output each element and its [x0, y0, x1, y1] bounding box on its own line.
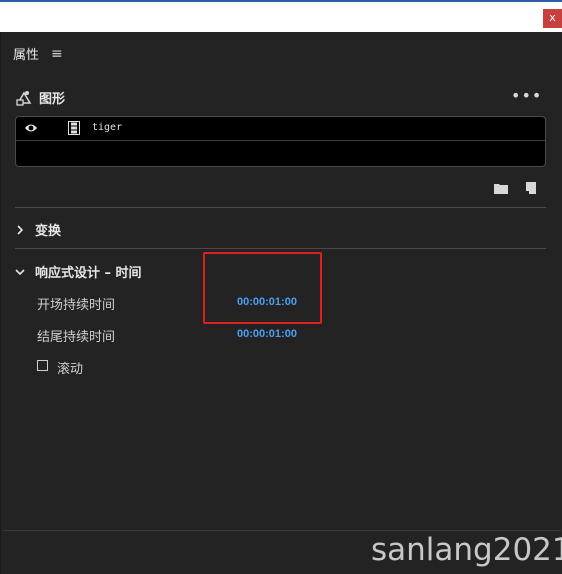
graphic-pen-icon: [16, 90, 32, 106]
scroll-checkbox[interactable]: [37, 360, 48, 371]
film-icon: [68, 121, 80, 135]
close-button[interactable]: x: [543, 9, 562, 28]
outro-duration-value[interactable]: 00:00:01:00: [237, 328, 297, 340]
responsive-section-header[interactable]: 响应式设计 – 时间: [15, 262, 142, 281]
highlight-box: [203, 252, 322, 324]
new-layer-icon[interactable]: [524, 182, 538, 194]
graphics-section-title: 图形: [39, 92, 66, 107]
properties-panel: 属性 ≡ 图形 ••• tiger 变换 响应式设计 – 时间 开场持续时间 0…: [0, 32, 562, 574]
bottom-divider: [3, 530, 561, 531]
divider: [15, 248, 546, 249]
chevron-right-icon: [17, 224, 24, 235]
scroll-checkbox-label: 滚动: [57, 362, 84, 377]
layer-list: tiger: [15, 116, 546, 167]
transform-section-header[interactable]: 变换: [15, 220, 61, 239]
window-titlebar: x: [0, 0, 562, 32]
layer-row[interactable]: tiger: [16, 117, 545, 141]
graphics-section-header: 图形: [15, 88, 65, 107]
chevron-down-icon: [15, 268, 25, 275]
responsive-section-title: 响应式设计 – 时间: [35, 266, 142, 281]
watermark: sanlang2021: [371, 532, 562, 568]
divider: [15, 207, 546, 208]
outro-duration-label: 结尾持续时间: [37, 330, 116, 345]
eye-icon[interactable]: [24, 122, 38, 134]
more-options-icon[interactable]: •••: [511, 86, 542, 105]
folder-icon[interactable]: [494, 182, 508, 194]
panel-header: 属性 ≡: [13, 44, 63, 64]
panel-title: 属性: [13, 48, 40, 63]
intro-duration-label: 开场持续时间: [37, 298, 116, 313]
transform-section-title: 变换: [35, 224, 62, 239]
panel-menu-icon[interactable]: ≡: [51, 46, 63, 62]
layer-name: tiger: [92, 122, 123, 133]
